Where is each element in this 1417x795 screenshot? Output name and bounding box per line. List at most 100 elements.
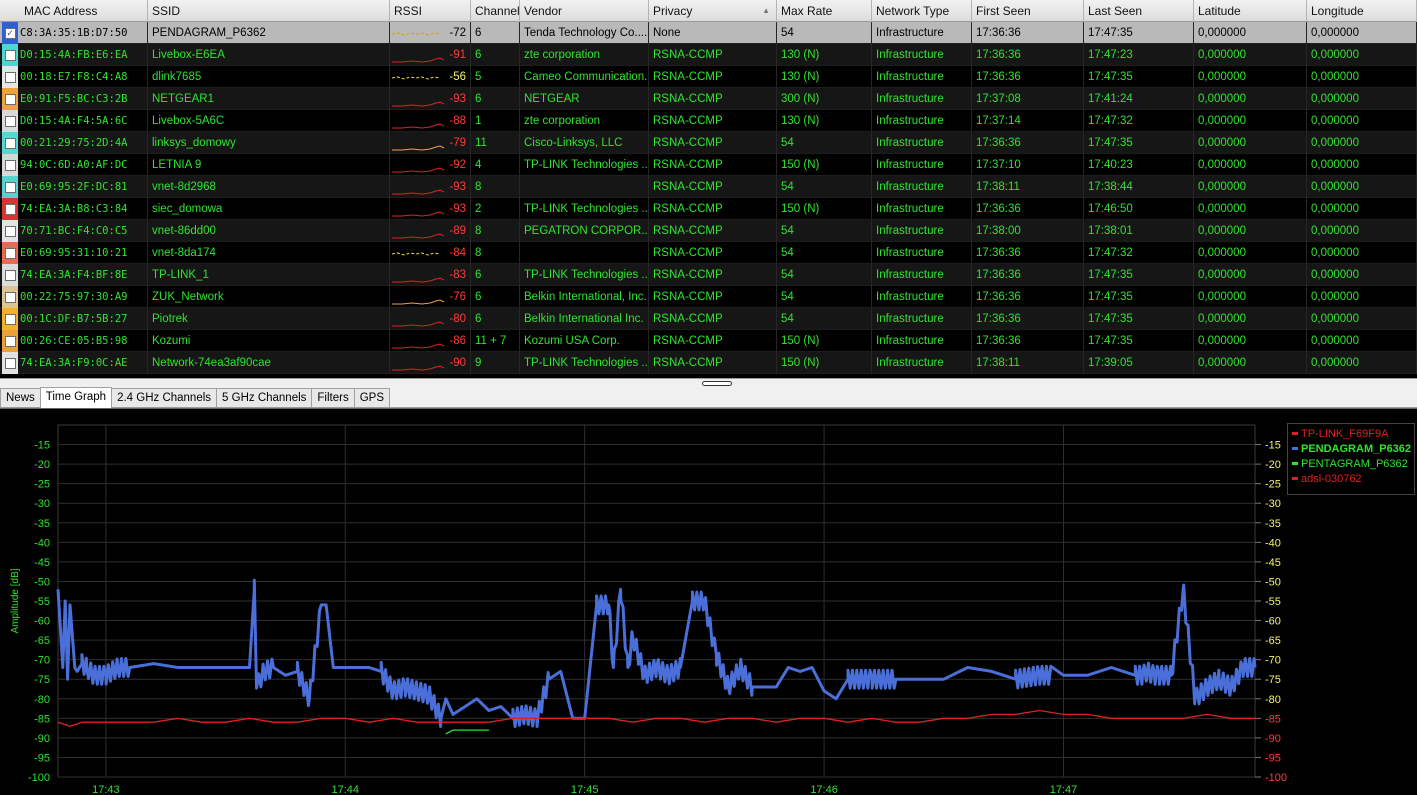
row-checkbox[interactable] — [4, 137, 16, 149]
row-checkbox[interactable] — [4, 203, 16, 215]
network-type-text: Infrastructure — [876, 137, 944, 149]
row-checkbox[interactable] — [4, 291, 16, 303]
vendor-text: Tenda Technology Co.... — [524, 27, 648, 39]
table-row[interactable]: 74:EA:3A:B8:C3:84 siec_domowa -93 2 TP-LINK … — [0, 198, 1417, 220]
column-header-max-rate[interactable]: Max Rate — [777, 0, 872, 22]
column-header-label: First Seen — [976, 4, 1031, 18]
row-checkbox[interactable] — [4, 49, 16, 61]
table-row[interactable]: 00:26:CE:05:B5:98 Kozumi -86 11 + 7 Kozumi U… — [0, 330, 1417, 352]
cell-vendor: PEGATRON CORPOR... — [520, 220, 649, 242]
pane-splitter[interactable] — [0, 378, 1417, 388]
mac-address-text: 00:1C:DF:B7:5B:27 — [20, 313, 128, 325]
table-row[interactable]: 94:0C:6D:A0:AF:DC LETNIA 9 -92 4 TP-LINK Tec… — [0, 154, 1417, 176]
row-checkbox[interactable] — [4, 181, 16, 193]
ssid-text: dlink7685 — [152, 71, 202, 83]
column-header-network-type[interactable]: Network Type — [872, 0, 972, 22]
vendor-text: TP-LINK Technologies ... — [524, 357, 649, 369]
longitude-text: 0,000000 — [1311, 137, 1359, 149]
row-checkbox[interactable] — [4, 247, 16, 259]
cell-last-seen: 17:41:24 — [1084, 88, 1194, 110]
table-row[interactable]: E0:91:F5:BC:C3:2B NETGEAR1 -93 6 NETGEAR RSNA… — [0, 88, 1417, 110]
network-type-text: Infrastructure — [876, 27, 944, 39]
channel-text: 6 — [475, 269, 482, 281]
column-header-label: Max Rate — [781, 4, 833, 18]
table-row[interactable]: D0:15:4A:FB:E6:EA Livebox-E6EA -91 6 zte cor… — [0, 44, 1417, 66]
table-row[interactable]: 00:1C:DF:B7:5B:27 Piotrek -80 6 Belkin Inter… — [0, 308, 1417, 330]
row-checkbox[interactable] — [4, 93, 16, 105]
column-header-rssi[interactable]: RSSI — [390, 0, 471, 22]
tab-filters[interactable]: Filters — [311, 388, 355, 407]
row-checkbox[interactable]: ✓ — [4, 27, 16, 39]
legend-label: TP-LINK_F69F9A — [1301, 427, 1389, 440]
cell-privacy: RSNA-CCMP — [649, 220, 777, 242]
cell-ssid: LETNIA 9 — [148, 154, 390, 176]
table-row[interactable]: 74:EA:3A:F4:BF:8E TP-LINK_1 -83 6 TP-LINK Te… — [0, 264, 1417, 286]
cell-mac: 00:18:E7:F8:C4:A8 — [0, 66, 148, 88]
row-checkbox[interactable] — [4, 225, 16, 237]
table-row[interactable]: E0:69:95:2F:DC:81 vnet-8d2968 -93 8 RSNA-CCM… — [0, 176, 1417, 198]
cell-mac: 00:21:29:75:2D:4A — [0, 132, 148, 154]
cell-privacy: RSNA-CCMP — [649, 330, 777, 352]
network-type-text: Infrastructure — [876, 313, 944, 325]
legend-swatch-icon — [1292, 462, 1298, 465]
cell-ssid: NETGEAR1 — [148, 88, 390, 110]
network-type-text: Infrastructure — [876, 225, 944, 237]
row-checkbox[interactable] — [4, 71, 16, 83]
row-checkbox[interactable] — [4, 159, 16, 171]
mac-address-text: D0:15:4A:F4:5A:6C — [20, 115, 128, 127]
cell-first-seen: 17:38:11 — [972, 176, 1084, 198]
cell-channel: 11 — [471, 132, 520, 154]
table-row[interactable]: D0:15:4A:F4:5A:6C Livebox-5A6C -88 1 zte cor… — [0, 110, 1417, 132]
rssi-sparkline-icon — [392, 321, 445, 327]
cell-max-rate: 54 — [777, 132, 872, 154]
row-checkbox[interactable] — [4, 335, 16, 347]
table-row[interactable]: E0:69:95:31:10:21 vnet-8da174 -84 8 RSNA-CCM… — [0, 242, 1417, 264]
table-row[interactable]: 00:22:75:97:30:A9 ZUK_Network -76 6 Belkin I… — [0, 286, 1417, 308]
first-seen-text: 17:36:36 — [976, 313, 1021, 325]
channel-text: 6 — [475, 93, 482, 105]
column-header-ssid[interactable]: SSID — [148, 0, 390, 22]
tab-time-graph[interactable]: Time Graph — [39, 387, 113, 408]
legend-item[interactable]: PENTAGRAM_P6362 — [1292, 456, 1410, 471]
legend-item[interactable]: TP-LINK_F69F9A — [1292, 426, 1410, 441]
tab-5-ghz-channels[interactable]: 5 GHz Channels — [216, 388, 313, 407]
row-checkbox[interactable] — [4, 269, 16, 281]
ssid-text: vnet-86dd00 — [152, 225, 216, 237]
column-header-last-seen[interactable]: Last Seen — [1084, 0, 1194, 22]
splitter-grip-icon[interactable] — [702, 381, 732, 386]
last-seen-text: 17:47:35 — [1088, 335, 1133, 347]
table-row[interactable]: 00:21:29:75:2D:4A linksys_domowy -79 11 Cisc… — [0, 132, 1417, 154]
channel-text: 6 — [475, 291, 482, 303]
tab-news[interactable]: News — [0, 388, 41, 407]
tab-2-4-ghz-channels[interactable]: 2.4 GHz Channels — [111, 388, 218, 407]
column-header-latitude[interactable]: Latitude — [1194, 0, 1307, 22]
rssi-sparkline-icon — [392, 57, 445, 63]
cell-latitude: 0,000000 — [1194, 308, 1307, 330]
channel-text: 11 + 7 — [475, 335, 507, 347]
tab-gps[interactable]: GPS — [353, 388, 391, 407]
cell-network-type: Infrastructure — [872, 132, 972, 154]
table-row[interactable]: 00:18:E7:F8:C4:A8 dlink7685 -56 5 Cameo Comm… — [0, 66, 1417, 88]
column-header-mac-address[interactable]: MAC Address — [0, 0, 148, 22]
table-row[interactable]: ✓ C8:3A:35:1B:D7:50 PENDAGRAM_P6362 -72 6 Ten… — [0, 22, 1417, 44]
legend-item[interactable]: adsl-030762 — [1292, 471, 1410, 486]
table-row[interactable]: 70:71:BC:F4:C0:C5 vnet-86dd00 -89 8 PEGATRON… — [0, 220, 1417, 242]
column-header-privacy[interactable]: Privacy ▲ — [649, 0, 777, 22]
cell-last-seen: 17:47:35 — [1084, 66, 1194, 88]
column-header-first-seen[interactable]: First Seen — [972, 0, 1084, 22]
column-header-longitude[interactable]: Longitude — [1307, 0, 1417, 22]
row-checkbox[interactable] — [4, 115, 16, 127]
row-checkbox[interactable] — [4, 313, 16, 325]
column-header-vendor[interactable]: Vendor — [520, 0, 649, 22]
cell-mac: E0:69:95:2F:DC:81 — [0, 176, 148, 198]
cell-latitude: 0,000000 — [1194, 44, 1307, 66]
legend-item[interactable]: PENDAGRAM_P6362 — [1292, 441, 1411, 456]
row-checkbox[interactable] — [4, 357, 16, 369]
network-color-swatch — [2, 44, 18, 66]
table-row[interactable]: 74:EA:3A:F9:0C:AE Network-74ea3af90cae -90… — [0, 352, 1417, 374]
privacy-text: RSNA-CCMP — [653, 357, 723, 369]
column-header-channel[interactable]: Channel — [471, 0, 520, 22]
latitude-text: 0,000000 — [1198, 269, 1246, 281]
bottom-tab-bar: News Time Graph 2.4 GHz Channels 5 GHz Chan… — [0, 387, 1417, 408]
cell-channel: 6 — [471, 286, 520, 308]
